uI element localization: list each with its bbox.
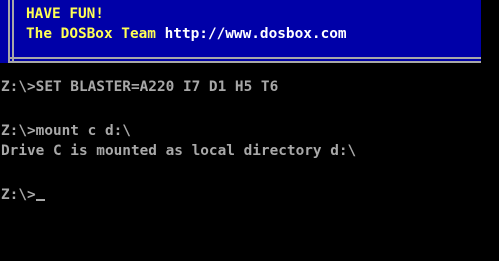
banner-border-left-inner xyxy=(12,0,14,63)
terminal-prompt-line[interactable]: Z:\> xyxy=(1,187,45,203)
terminal-line-set-blaster: Z:\>SET BLASTER=A220 I7 D1 H5 T6 xyxy=(1,79,279,95)
banner-border-bottom-inner xyxy=(8,57,481,59)
terminal-prompt: Z:\> xyxy=(1,187,36,203)
terminal-line-mount-result: Drive C is mounted as local directory d:… xyxy=(1,143,357,159)
terminal-line-mount-command: Z:\>mount c d:\ xyxy=(1,123,131,139)
welcome-banner: HAVE FUN! The DOSBox Team http://www.dos… xyxy=(0,0,481,63)
dosbox-window: HAVE FUN! The DOSBox Team http://www.dos… xyxy=(0,0,499,261)
banner-border-bottom-outer xyxy=(8,61,481,63)
text-cursor xyxy=(35,199,45,201)
banner-team-line: The DOSBox Team http://www.dosbox.com xyxy=(26,26,347,42)
banner-url: http://www.dosbox.com xyxy=(164,26,347,42)
banner-have-fun: HAVE FUN! xyxy=(26,6,104,22)
banner-border-left-outer xyxy=(8,0,10,63)
banner-team-text: The DOSBox Team xyxy=(26,26,165,42)
